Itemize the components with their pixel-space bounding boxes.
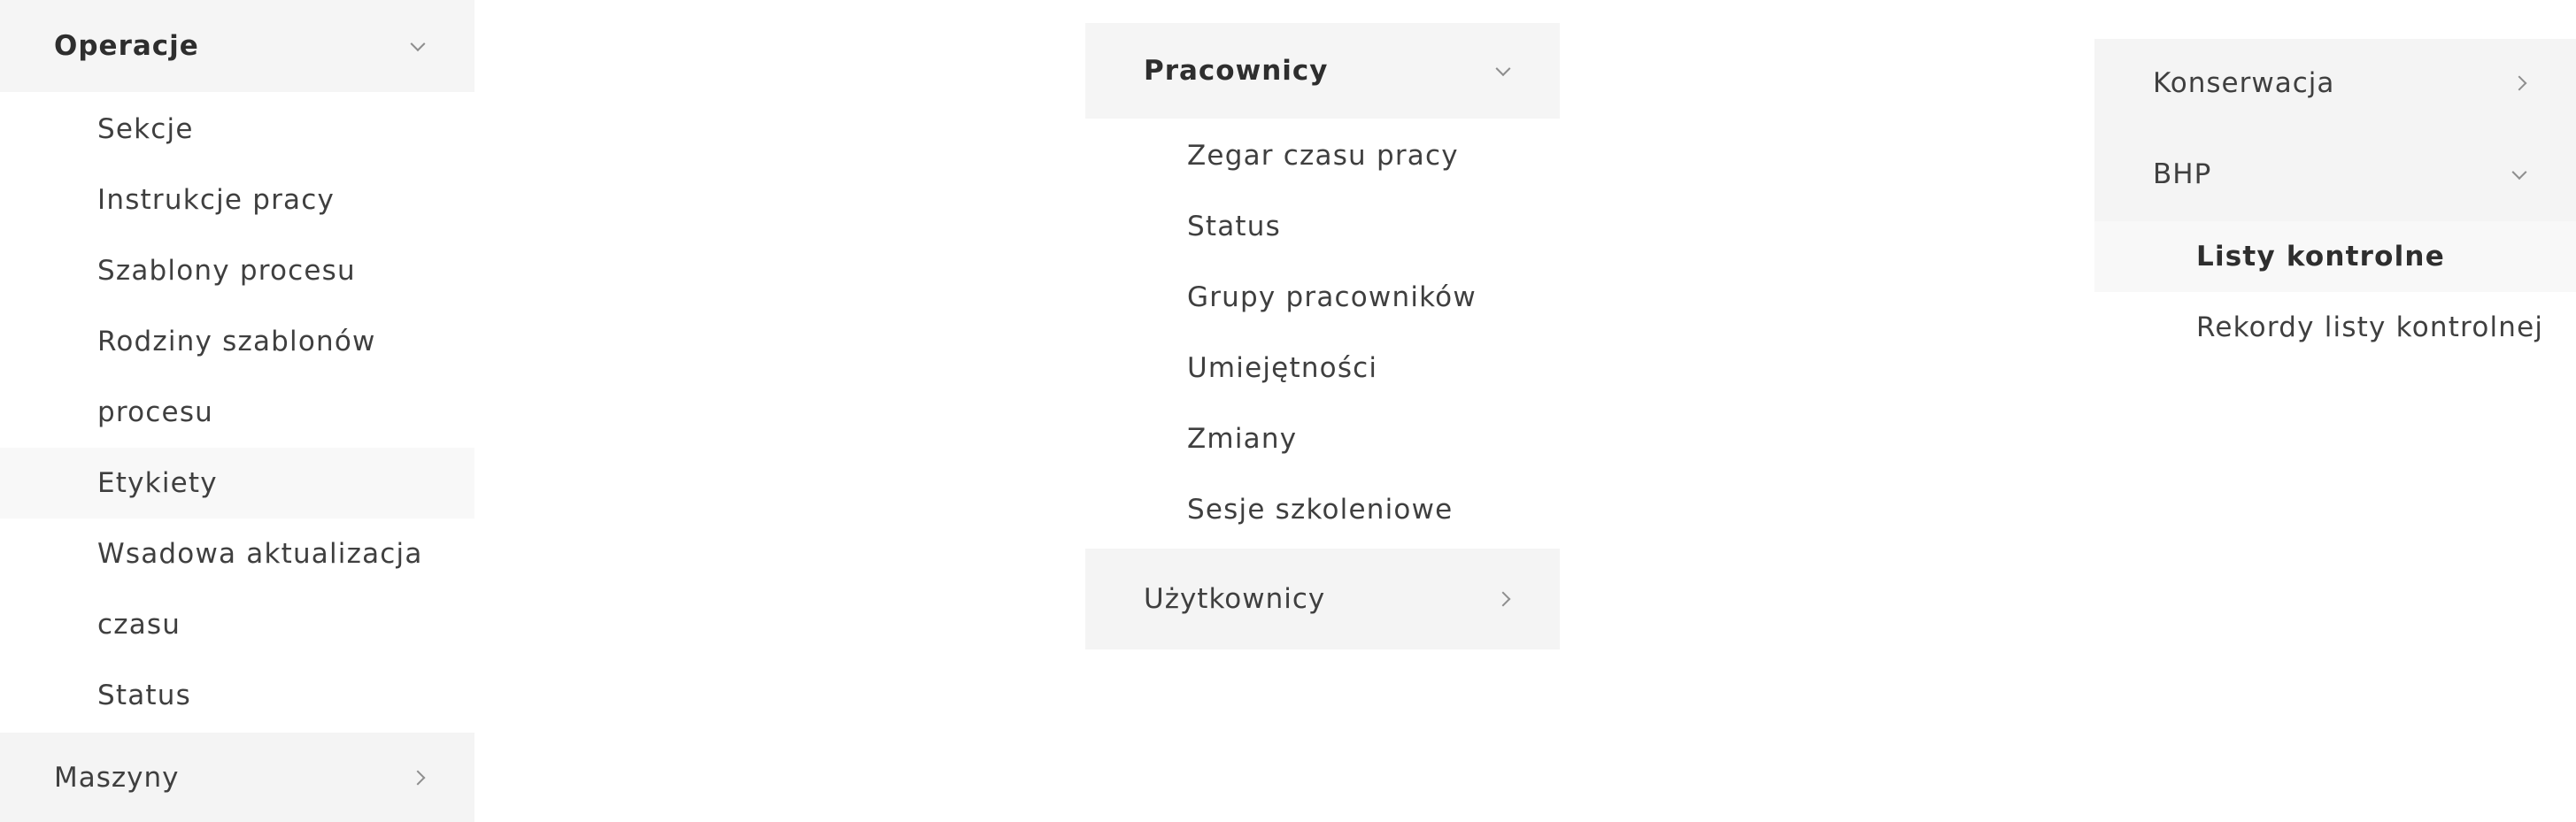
nav-panel-pracownicy: Pracownicy Zegar czasu pracy Status Grup… [1085,23,1560,649]
nav-panel-operacje: Operacje Sekcje Instrukcje pracy Szablon… [0,0,474,822]
nav-item-instrukcje-pracy[interactable]: Instrukcje pracy [0,165,474,235]
nav-item-zmiany[interactable]: Zmiany [1085,403,1560,474]
chevron-right-icon [1495,591,1511,607]
nav-item-etykiety[interactable]: Etykiety [0,448,474,519]
nav-item-grupy-pracownikow[interactable]: Grupy pracowników [1085,262,1560,333]
group-header-pracownicy[interactable]: Pracownicy [1085,23,1560,119]
nav-panel-konserwacja: Konserwacja BHP Listy kontrolne Rekordy … [2094,39,2576,363]
group-header-operacje[interactable]: Operacje [0,0,474,92]
group-header-maszyny[interactable]: Maszyny [0,733,474,822]
nav-item-rekordy-listy-kontrolnej[interactable]: Rekordy listy kontrolnej [2094,292,2576,363]
nav-item-rodziny-szablonow-procesu[interactable]: Rodziny szablonów procesu [0,306,474,448]
group-header-uzytkownicy[interactable]: Użytkownicy [1085,549,1560,649]
group-header-bhp[interactable]: BHP [2094,127,2576,221]
nav-item-status[interactable]: Status [1085,191,1560,262]
nav-item-sekcje[interactable]: Sekcje [0,94,474,165]
group-label: Operacje [54,30,199,62]
group-label: Konserwacja [2153,67,2335,99]
nav-item-sesje-szkoleniowe[interactable]: Sesje szkoleniowe [1085,474,1560,545]
group-items-operacje: Sekcje Instrukcje pracy Szablony procesu… [0,92,474,731]
nav-item-listy-kontrolne[interactable]: Listy kontrolne [2094,221,2576,292]
nav-item-szablony-procesu[interactable]: Szablony procesu [0,235,474,306]
chevron-right-icon [410,770,426,785]
group-label: Maszyny [54,761,180,794]
group-header-konserwacja[interactable]: Konserwacja [2094,39,2576,127]
nav-item-status[interactable]: Status [0,660,474,731]
chevron-down-icon [410,36,426,52]
chevron-down-icon [1495,61,1511,77]
group-items-pracownicy: Zegar czasu pracy Status Grupy pracownik… [1085,119,1560,545]
group-items-bhp: Listy kontrolne Rekordy listy kontrolnej [2094,221,2576,363]
nav-item-wsadowa-aktualizacja-czasu[interactable]: Wsadowa aktualizacja czasu [0,519,474,660]
group-label: Pracownicy [1144,55,1329,87]
group-label: Użytkownicy [1144,583,1326,615]
chevron-down-icon [2511,165,2527,181]
nav-item-umiejetnosci[interactable]: Umiejętności [1085,333,1560,403]
chevron-right-icon [2511,75,2527,91]
nav-item-zegar-czasu-pracy[interactable]: Zegar czasu pracy [1085,120,1560,191]
group-label: BHP [2153,158,2212,190]
